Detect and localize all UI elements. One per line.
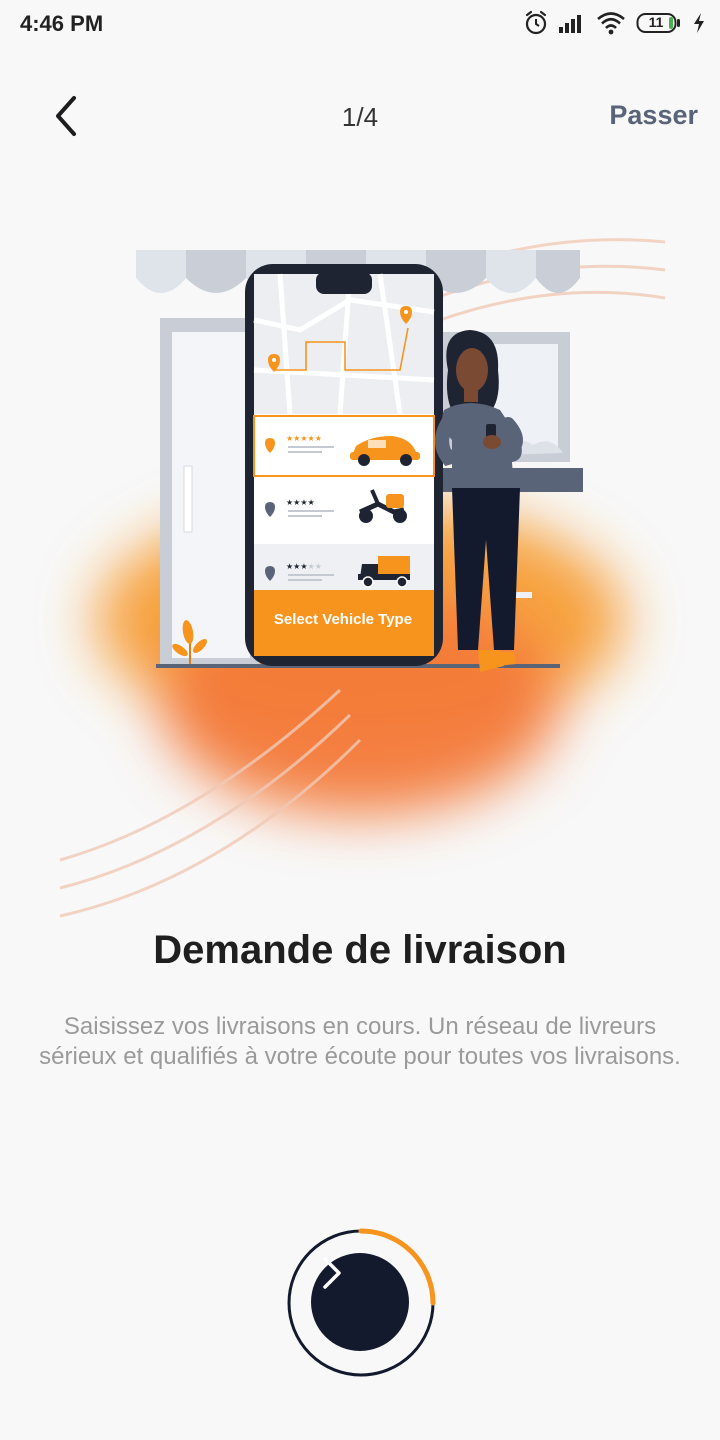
chevron-right-icon	[323, 1257, 341, 1289]
onboarding-illustration: ★★★★★ ★★★★ ★★★★★ Select Vehicle Type	[0, 220, 720, 940]
svg-text:★★★★★: ★★★★★	[286, 562, 322, 571]
charging-icon	[692, 12, 706, 34]
slide-title: Demande de livraison	[153, 928, 567, 972]
next-progress-control	[284, 1226, 438, 1380]
svg-text:★★★★: ★★★★	[286, 498, 315, 507]
alarm-icon	[524, 10, 548, 36]
wifi-icon	[596, 11, 626, 35]
signal-icon	[558, 12, 586, 34]
status-time: 4:46 PM	[20, 11, 104, 36]
select-vehicle-label: Select Vehicle Type	[274, 611, 412, 628]
skip-button[interactable]: Passer	[609, 100, 698, 131]
vehicle-option-car: ★★★★★	[253, 415, 435, 477]
phone-mockup: ★★★★★ ★★★★ ★★★★★ Select Vehicle Type	[245, 264, 443, 666]
svg-text:★★★★★: ★★★★★	[286, 434, 322, 443]
slide-description: Saisissez vos livraisons en cours. Un ré…	[39, 1013, 681, 1070]
battery-level: 11	[648, 14, 664, 30]
next-button[interactable]	[311, 1253, 409, 1351]
onboarding-header: 1/4 Passer	[0, 80, 720, 152]
status-bar: 4:46 PM 11	[0, 0, 720, 50]
vehicle-option-scooter: ★★★★	[254, 478, 434, 542]
battery-icon: 11	[636, 12, 682, 34]
status-icons: 11	[524, 10, 706, 36]
